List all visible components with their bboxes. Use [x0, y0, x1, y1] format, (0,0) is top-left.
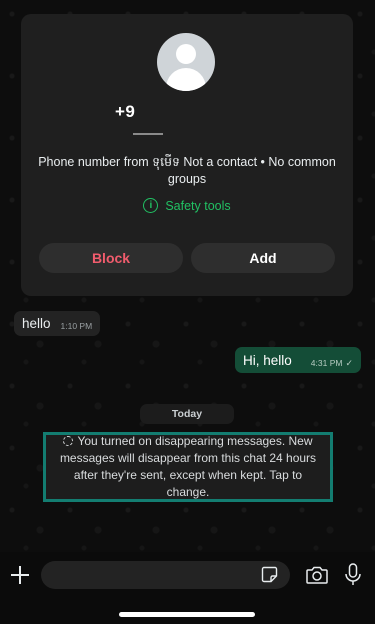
incoming-message[interactable]: hello 1:10 PM [14, 311, 101, 336]
info-icon: i [143, 198, 159, 213]
contact-info-text: Phone number from ទុមើទ Not a contact • … [38, 155, 336, 186]
avatar-head-shape [176, 44, 196, 64]
add-contact-button[interactable]: Add [191, 243, 335, 273]
message-text: Hi, hello [243, 352, 292, 368]
contact-info-card: +9 Phone number from ទុមើទ Not a contact… [21, 14, 353, 296]
message-time: 1:10 PM [60, 321, 93, 331]
system-message-text: You turned on disappearing messages. New… [59, 434, 317, 499]
sticker-icon[interactable] [261, 566, 278, 583]
camera-icon[interactable] [306, 565, 328, 585]
contact-phone-number: +9 [115, 102, 136, 121]
message-time: 4:31 PM [310, 358, 343, 368]
message-input[interactable] [41, 561, 290, 589]
read-check-icon: ✓ [345, 357, 353, 368]
message-meta: 4:31 PM ✓ [311, 358, 353, 369]
avatar[interactable] [157, 33, 215, 91]
plus-icon[interactable] [10, 565, 30, 585]
safety-tools-link[interactable]: i Safety tools [21, 198, 353, 213]
redaction-mark [133, 133, 163, 135]
avatar-body-shape [166, 68, 206, 91]
safety-tools-label: Safety tools [165, 198, 231, 213]
system-message: You turned on disappearing messages. New… [54, 433, 322, 501]
block-button[interactable]: Block [39, 243, 183, 273]
home-indicator[interactable] [119, 612, 255, 617]
mic-icon[interactable] [344, 563, 362, 587]
date-divider: Today [140, 404, 234, 424]
message-text: hello [22, 316, 51, 331]
composer-bar [0, 552, 375, 624]
disappearing-messages-notice[interactable]: You turned on disappearing messages. New… [43, 432, 333, 502]
timer-icon [63, 436, 74, 446]
outgoing-message[interactable]: Hi, hello 4:31 PM ✓ [235, 347, 361, 373]
